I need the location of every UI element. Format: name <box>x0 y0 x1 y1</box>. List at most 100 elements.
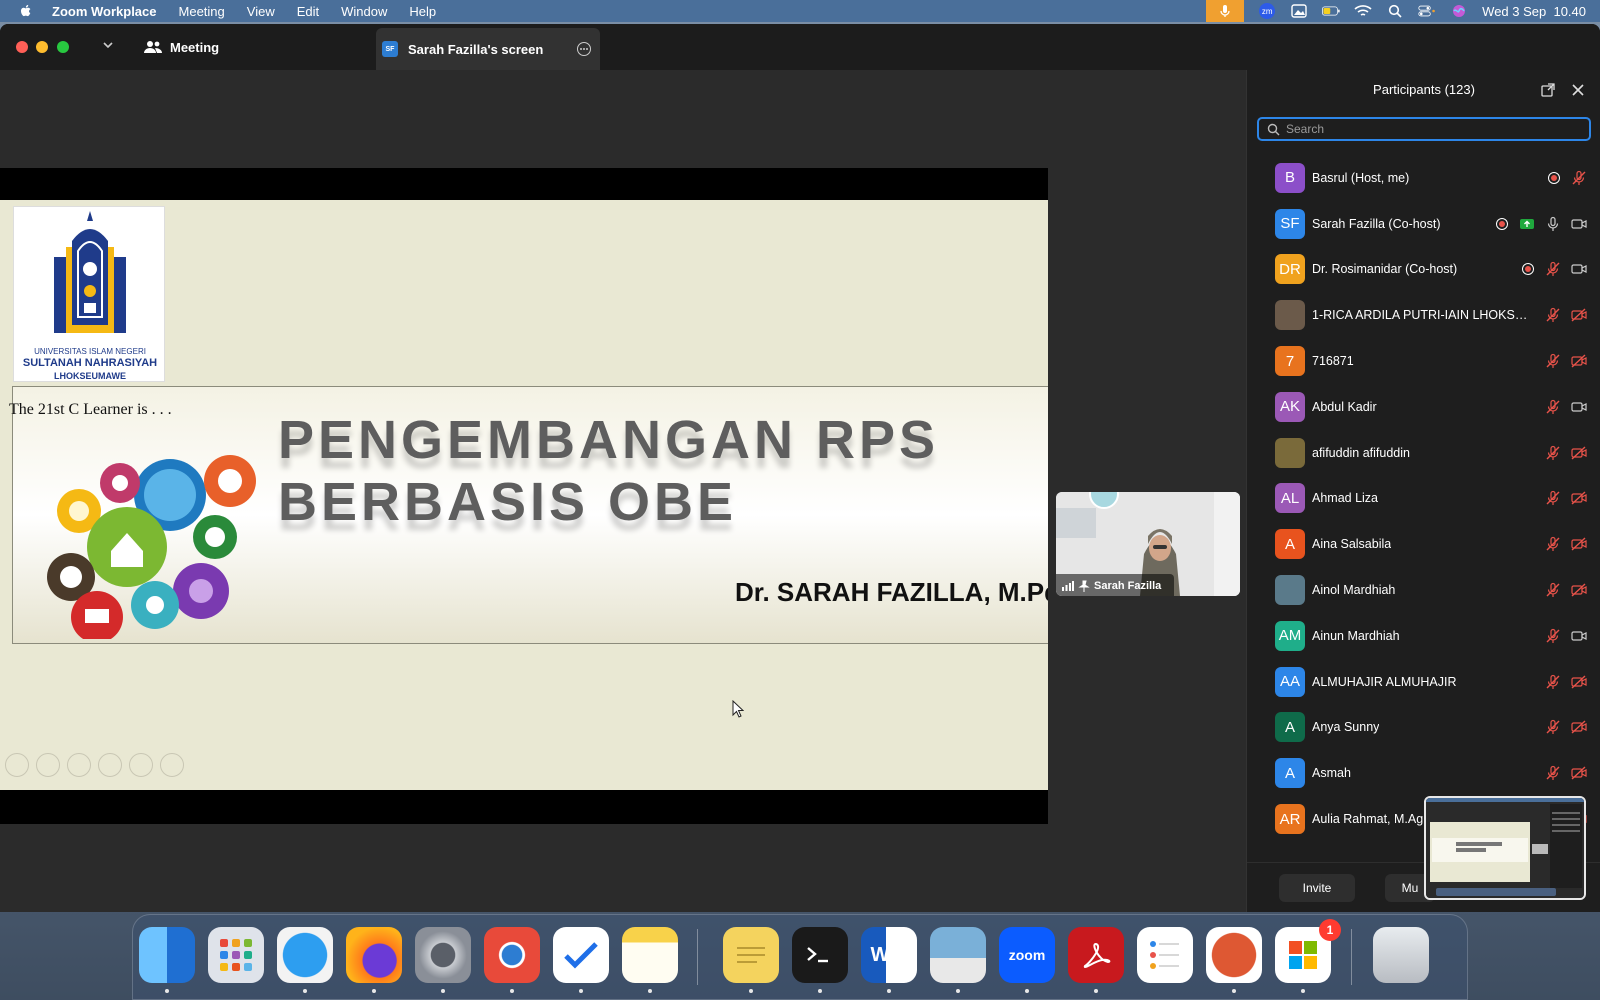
next-slide-icon[interactable] <box>36 753 60 777</box>
chrome-icon[interactable] <box>484 927 540 983</box>
menu-window[interactable]: Window <box>341 4 387 19</box>
word-icon-label: W <box>870 943 890 966</box>
microphone-muted-icon[interactable] <box>1545 765 1561 781</box>
clock[interactable]: Wed 3 Sep 10.40 <box>1482 4 1586 19</box>
notes-icon[interactable] <box>622 927 678 983</box>
settings-icon[interactable] <box>415 927 471 983</box>
terminal-icon[interactable] <box>792 927 848 983</box>
participant-row[interactable]: AK Abdul Kadir <box>1247 384 1600 430</box>
more-options-icon[interactable] <box>576 41 592 57</box>
wifi-icon[interactable] <box>1354 4 1372 18</box>
participant-row[interactable]: Ainol Mardhiah <box>1247 567 1600 613</box>
more-slide-options-icon[interactable] <box>160 753 184 777</box>
microphone-muted-icon[interactable] <box>1545 399 1561 415</box>
participant-row[interactable]: 1-RICA ARDILA PUTRI-IAIN LHOKSE... <box>1247 292 1600 338</box>
tasks-icon[interactable] <box>553 927 609 983</box>
video-thumbnail-sarah[interactable]: Sarah Fazilla <box>1056 492 1240 596</box>
acrobat-icon[interactable] <box>1068 927 1124 983</box>
participant-row[interactable]: AL Ahmad Liza <box>1247 476 1600 522</box>
mic-indicator[interactable] <box>1206 0 1245 22</box>
windows-grid-icon <box>1289 941 1317 969</box>
preview-icon[interactable] <box>930 927 986 983</box>
close-window-button[interactable] <box>16 41 28 53</box>
office-icon[interactable]: 1 <box>1275 919 1341 983</box>
screen-preview-thumbnail[interactable] <box>1424 796 1586 900</box>
participant-row[interactable]: DR Dr. Rosimanidar (Co-host) <box>1247 247 1600 293</box>
video-camera-off-icon[interactable] <box>1571 307 1587 323</box>
participant-row[interactable]: A Anya Sunny <box>1247 705 1600 751</box>
participant-row[interactable]: A Asmah <box>1247 750 1600 796</box>
reminders-icon[interactable] <box>1137 927 1193 983</box>
minimize-window-button[interactable] <box>36 41 48 53</box>
microphone-muted-icon[interactable] <box>1545 261 1561 277</box>
pen-icon[interactable] <box>67 753 91 777</box>
spotlight-search-icon[interactable] <box>1386 4 1404 18</box>
zoom-slide-icon[interactable] <box>129 753 153 777</box>
video-camera-off-icon[interactable] <box>1571 490 1587 506</box>
video-camera-off-icon[interactable] <box>1571 719 1587 735</box>
video-camera-off-icon[interactable] <box>1571 765 1587 781</box>
zoom-icon[interactable]: zoom <box>999 927 1055 983</box>
apple-icon[interactable] <box>18 3 34 19</box>
menu-view[interactable]: View <box>247 4 275 19</box>
microphone-muted-icon[interactable] <box>1545 719 1561 735</box>
siri-icon[interactable] <box>1450 4 1468 18</box>
stickies-icon[interactable] <box>723 927 779 983</box>
microphone-muted-icon[interactable] <box>1545 674 1561 690</box>
participant-row[interactable]: AA ALMUHAJIR ALMUHAJIR <box>1247 659 1600 705</box>
slides-grid-icon[interactable] <box>98 753 122 777</box>
participant-name: Aulia Rahmat, M.Ag <box>1312 812 1424 827</box>
participant-list: B Basrul (Host, me) SF Sarah Fazilla (Co-ho… <box>1247 155 1600 840</box>
microphone-muted-icon[interactable] <box>1545 628 1561 644</box>
shared-slide[interactable]: UNIVERSITAS ISLAM NEGERI SULTANAH NAHRAS… <box>0 168 1048 824</box>
video-camera-off-icon[interactable] <box>1571 445 1587 461</box>
microphone-muted-icon[interactable] <box>1545 353 1561 369</box>
chevron-down-icon[interactable] <box>100 37 116 53</box>
search-input[interactable] <box>1286 122 1576 136</box>
microphone-muted-icon[interactable] <box>1545 307 1561 323</box>
microphone-muted-icon[interactable] <box>1571 170 1587 186</box>
zoom-tray-icon[interactable]: zm <box>1258 3 1276 19</box>
participant-search[interactable] <box>1257 117 1591 141</box>
participant-row[interactable]: 7 716871 <box>1247 338 1600 384</box>
menu-meeting[interactable]: Meeting <box>179 4 225 19</box>
microphone-muted-icon[interactable] <box>1545 582 1561 598</box>
launchpad-icon[interactable] <box>208 927 264 983</box>
video-camera-icon[interactable] <box>1571 399 1587 415</box>
video-camera-icon[interactable] <box>1571 216 1587 232</box>
microphone-icon[interactable] <box>1545 216 1561 232</box>
video-camera-off-icon[interactable] <box>1571 674 1587 690</box>
battery-icon[interactable] <box>1322 4 1340 18</box>
participant-row[interactable]: A Aina Salsabila <box>1247 521 1600 567</box>
popout-icon[interactable] <box>1540 82 1556 98</box>
menu-app-name[interactable]: Zoom Workplace <box>52 4 157 19</box>
fullscreen-window-button[interactable] <box>57 41 69 53</box>
video-camera-off-icon[interactable] <box>1571 536 1587 552</box>
duckduckgo-icon[interactable] <box>1206 927 1262 983</box>
video-camera-off-icon[interactable] <box>1571 353 1587 369</box>
participant-row[interactable]: afifuddin afifuddin <box>1247 430 1600 476</box>
participant-row[interactable]: SF Sarah Fazilla (Co-host) <box>1247 201 1600 247</box>
tab-shared-screen[interactable]: SF Sarah Fazilla's screen <box>376 28 600 70</box>
close-icon[interactable] <box>1570 82 1586 98</box>
safari-icon[interactable] <box>277 927 333 983</box>
trash-icon[interactable] <box>1373 927 1429 983</box>
participant-row[interactable]: B Basrul (Host, me) <box>1247 155 1600 201</box>
microphone-muted-icon[interactable] <box>1545 490 1561 506</box>
video-camera-off-icon[interactable] <box>1571 582 1587 598</box>
firefox-icon[interactable] <box>346 927 402 983</box>
previous-slide-icon[interactable] <box>5 753 29 777</box>
finder-icon[interactable] <box>139 927 195 983</box>
invite-button[interactable]: Invite <box>1279 874 1355 902</box>
participant-row[interactable]: AM Ainun Mardhiah <box>1247 613 1600 659</box>
microphone-muted-icon[interactable] <box>1545 445 1561 461</box>
tab-meeting[interactable]: Meeting <box>144 24 219 70</box>
menu-help[interactable]: Help <box>409 4 436 19</box>
control-center-icon[interactable] <box>1418 4 1436 18</box>
word-icon[interactable]: W <box>861 927 917 983</box>
image-capture-icon[interactable] <box>1290 4 1308 18</box>
video-camera-icon[interactable] <box>1571 261 1587 277</box>
microphone-muted-icon[interactable] <box>1545 536 1561 552</box>
menu-edit[interactable]: Edit <box>297 4 319 19</box>
video-camera-icon[interactable] <box>1571 628 1587 644</box>
